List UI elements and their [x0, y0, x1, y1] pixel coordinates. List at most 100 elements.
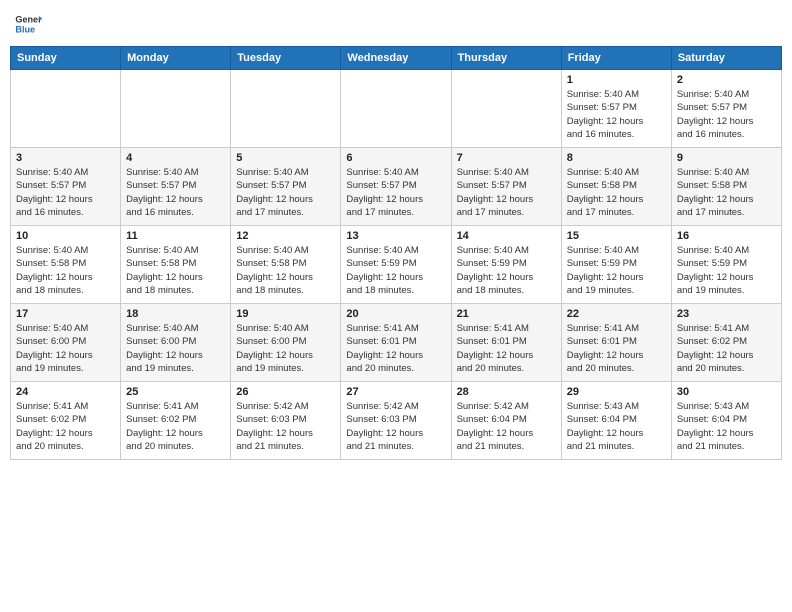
- calendar-cell: 1 Sunrise: 5:40 AM Sunset: 5:57 PM Daylig…: [561, 70, 671, 148]
- day-number: 12: [236, 230, 335, 242]
- day-info: Sunrise: 5:41 AM Sunset: 6:01 PM Dayligh…: [457, 322, 556, 375]
- day-info: Sunrise: 5:40 AM Sunset: 5:59 PM Dayligh…: [346, 244, 445, 297]
- weekday-header-row: SundayMondayTuesdayWednesdayThursdayFrid…: [11, 47, 782, 70]
- calendar-cell: 10 Sunrise: 5:40 AM Sunset: 5:58 PM Dayli…: [11, 226, 121, 304]
- day-info: Sunrise: 5:40 AM Sunset: 5:59 PM Dayligh…: [457, 244, 556, 297]
- day-number: 26: [236, 386, 335, 398]
- week-row-4: 24 Sunrise: 5:41 AM Sunset: 6:02 PM Dayli…: [11, 382, 782, 460]
- day-info: Sunrise: 5:41 AM Sunset: 6:02 PM Dayligh…: [126, 400, 225, 453]
- logo-icon: General Blue: [14, 10, 42, 38]
- day-info: Sunrise: 5:40 AM Sunset: 5:57 PM Dayligh…: [567, 88, 666, 141]
- day-number: 4: [126, 152, 225, 164]
- calendar-cell: [231, 70, 341, 148]
- weekday-sunday: Sunday: [11, 47, 121, 70]
- calendar-cell: 17Sunrise: 5:40 AM Sunset: 6:00 PM Dayli…: [11, 304, 121, 382]
- calendar-cell: 26 Sunrise: 5:42 AM Sunset: 6:03 PM Dayli…: [231, 382, 341, 460]
- day-info: Sunrise: 5:42 AM Sunset: 6:03 PM Dayligh…: [236, 400, 335, 453]
- day-info: Sunrise: 5:40 AM Sunset: 5:58 PM Dayligh…: [236, 244, 335, 297]
- weekday-monday: Monday: [121, 47, 231, 70]
- calendar-cell: 25 Sunrise: 5:41 AM Sunset: 6:02 PM Dayli…: [121, 382, 231, 460]
- day-number: 6: [346, 152, 445, 164]
- calendar-cell: 21Sunrise: 5:41 AM Sunset: 6:01 PM Dayli…: [451, 304, 561, 382]
- day-info: Sunrise: 5:40 AM Sunset: 5:57 PM Dayligh…: [236, 166, 335, 219]
- day-number: 24: [16, 386, 115, 398]
- calendar-cell: 18 Sunrise: 5:40 AM Sunset: 6:00 PM Dayli…: [121, 304, 231, 382]
- calendar-cell: 7 Sunrise: 5:40 AM Sunset: 5:57 PM Daylig…: [451, 148, 561, 226]
- calendar-cell: 12 Sunrise: 5:40 AM Sunset: 5:58 PM Dayli…: [231, 226, 341, 304]
- day-number: 16: [677, 230, 776, 242]
- svg-text:General: General: [15, 15, 42, 25]
- day-info: Sunrise: 5:40 AM Sunset: 5:57 PM Dayligh…: [457, 166, 556, 219]
- weekday-tuesday: Tuesday: [231, 47, 341, 70]
- day-info: Sunrise: 5:40 AM Sunset: 5:58 PM Dayligh…: [16, 244, 115, 297]
- day-info: Sunrise: 5:40 AM Sunset: 5:57 PM Dayligh…: [126, 166, 225, 219]
- calendar-cell: [11, 70, 121, 148]
- calendar-cell: 11 Sunrise: 5:40 AM Sunset: 5:58 PM Dayli…: [121, 226, 231, 304]
- calendar-cell: 9 Sunrise: 5:40 AM Sunset: 5:58 PM Daylig…: [671, 148, 781, 226]
- calendar-cell: 28Sunrise: 5:42 AM Sunset: 6:04 PM Dayli…: [451, 382, 561, 460]
- calendar-cell: 27 Sunrise: 5:42 AM Sunset: 6:03 PM Dayli…: [341, 382, 451, 460]
- day-number: 23: [677, 308, 776, 320]
- day-number: 8: [567, 152, 666, 164]
- day-info: Sunrise: 5:42 AM Sunset: 6:03 PM Dayligh…: [346, 400, 445, 453]
- calendar-cell: 22Sunrise: 5:41 AM Sunset: 6:01 PM Dayli…: [561, 304, 671, 382]
- day-info: Sunrise: 5:40 AM Sunset: 5:59 PM Dayligh…: [677, 244, 776, 297]
- day-number: 14: [457, 230, 556, 242]
- calendar-cell: 19 Sunrise: 5:40 AM Sunset: 6:00 PM Dayli…: [231, 304, 341, 382]
- day-number: 9: [677, 152, 776, 164]
- week-row-3: 17 Sunrise: 5:40 AM Sunset: 6:00 PM Dayli…: [11, 304, 782, 382]
- day-info: Sunrise: 5:43 AM Sunset: 6:04 PM Dayligh…: [677, 400, 776, 453]
- weekday-wednesday: Wednesday: [341, 47, 451, 70]
- calendar-cell: [451, 70, 561, 148]
- day-number: 30: [677, 386, 776, 398]
- day-info: Sunrise: 5:40 AM Sunset: 5:58 PM Dayligh…: [677, 166, 776, 219]
- day-number: 5: [236, 152, 335, 164]
- calendar-cell: 4 Sunrise: 5:40 AM Sunset: 5:57 PM Daylig…: [121, 148, 231, 226]
- page-header: General Blue: [10, 10, 782, 38]
- calendar-cell: 13 Sunrise: 5:40 AM Sunset: 5:59 PM Dayli…: [341, 226, 451, 304]
- day-info: Sunrise: 5:40 AM Sunset: 5:57 PM Dayligh…: [346, 166, 445, 219]
- day-info: Sunrise: 5:40 AM Sunset: 5:58 PM Dayligh…: [567, 166, 666, 219]
- day-info: Sunrise: 5:40 AM Sunset: 5:58 PM Dayligh…: [126, 244, 225, 297]
- calendar-cell: 8 Sunrise: 5:40 AM Sunset: 5:58 PM Daylig…: [561, 148, 671, 226]
- calendar-cell: 24 Sunrise: 5:41 AM Sunset: 6:02 PM Dayli…: [11, 382, 121, 460]
- calendar-cell: 5 Sunrise: 5:40 AM Sunset: 5:57 PM Daylig…: [231, 148, 341, 226]
- day-info: Sunrise: 5:40 AM Sunset: 5:59 PM Dayligh…: [567, 244, 666, 297]
- day-info: Sunrise: 5:40 AM Sunset: 5:57 PM Dayligh…: [677, 88, 776, 141]
- day-number: 29: [567, 386, 666, 398]
- day-info: Sunrise: 5:40 AM Sunset: 6:00 PM Dayligh…: [126, 322, 225, 375]
- calendar-cell: 30 Sunrise: 5:43 AM Sunset: 6:04 PM Dayli…: [671, 382, 781, 460]
- day-number: 10: [16, 230, 115, 242]
- day-number: 19: [236, 308, 335, 320]
- calendar-body: 1 Sunrise: 5:40 AM Sunset: 5:57 PM Daylig…: [11, 70, 782, 460]
- calendar-table: SundayMondayTuesdayWednesdayThursdayFrid…: [10, 46, 782, 460]
- day-info: Sunrise: 5:41 AM Sunset: 6:02 PM Dayligh…: [677, 322, 776, 375]
- day-number: 18: [126, 308, 225, 320]
- day-info: Sunrise: 5:41 AM Sunset: 6:02 PM Dayligh…: [16, 400, 115, 453]
- calendar-cell: [341, 70, 451, 148]
- day-number: 13: [346, 230, 445, 242]
- day-number: 17: [16, 308, 115, 320]
- day-number: 25: [126, 386, 225, 398]
- day-number: 7: [457, 152, 556, 164]
- day-number: 22: [567, 308, 666, 320]
- calendar-cell: 20Sunrise: 5:41 AM Sunset: 6:01 PM Dayli…: [341, 304, 451, 382]
- calendar-cell: 6 Sunrise: 5:40 AM Sunset: 5:57 PM Daylig…: [341, 148, 451, 226]
- logo: General Blue: [14, 10, 42, 38]
- week-row-2: 10 Sunrise: 5:40 AM Sunset: 5:58 PM Dayli…: [11, 226, 782, 304]
- day-number: 20: [346, 308, 445, 320]
- calendar-cell: 3 Sunrise: 5:40 AM Sunset: 5:57 PM Daylig…: [11, 148, 121, 226]
- calendar-cell: 15Sunrise: 5:40 AM Sunset: 5:59 PM Dayli…: [561, 226, 671, 304]
- calendar-cell: 14 Sunrise: 5:40 AM Sunset: 5:59 PM Dayli…: [451, 226, 561, 304]
- weekday-saturday: Saturday: [671, 47, 781, 70]
- weekday-thursday: Thursday: [451, 47, 561, 70]
- day-info: Sunrise: 5:40 AM Sunset: 5:57 PM Dayligh…: [16, 166, 115, 219]
- day-number: 1: [567, 74, 666, 86]
- week-row-0: 1 Sunrise: 5:40 AM Sunset: 5:57 PM Daylig…: [11, 70, 782, 148]
- day-number: 27: [346, 386, 445, 398]
- day-number: 3: [16, 152, 115, 164]
- day-number: 11: [126, 230, 225, 242]
- calendar-cell: 2Sunrise: 5:40 AM Sunset: 5:57 PM Daylig…: [671, 70, 781, 148]
- day-info: Sunrise: 5:40 AM Sunset: 6:00 PM Dayligh…: [236, 322, 335, 375]
- svg-text:Blue: Blue: [15, 24, 35, 34]
